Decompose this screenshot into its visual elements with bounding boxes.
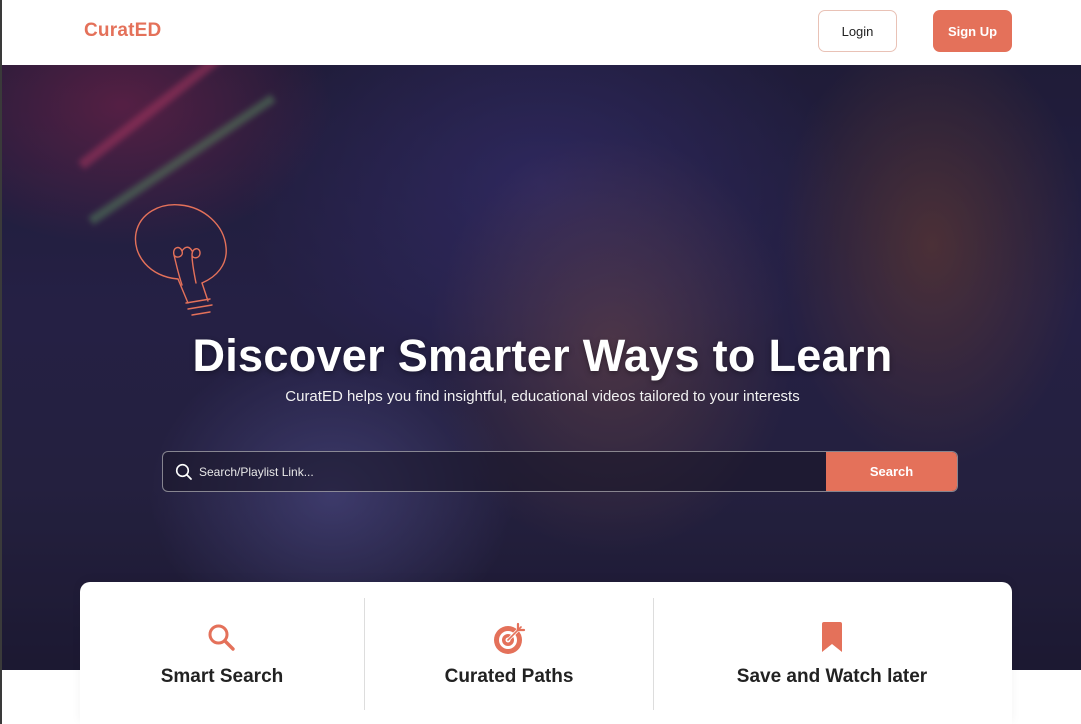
hero-subtitle: CuratED helps you find insightful, educa… [285, 388, 800, 405]
hero-section: Discover Smarter Ways to Learn CuratED h… [2, 65, 1081, 670]
feature-curated-paths: Curated Paths [365, 582, 653, 724]
search-bar: Search [162, 451, 958, 492]
hero-title: Discover Smarter Ways to Learn [192, 330, 893, 381]
search-icon [175, 463, 192, 480]
top-header: CuratED Login Sign Up [2, 0, 1081, 65]
feature-label: Smart Search [160, 666, 284, 687]
lightbulb-icon [134, 204, 227, 316]
bookmark-icon [822, 622, 842, 652]
page: CuratED Login Sign Up Discover Smarter W… [0, 0, 1081, 724]
magnifier-icon [208, 624, 235, 651]
feature-label: Curated Paths [444, 666, 574, 687]
features-card: Smart Search Curated Paths Save and Watc… [80, 582, 1012, 724]
search-button[interactable]: Search [826, 452, 957, 491]
search-input[interactable] [199, 452, 819, 491]
signup-button[interactable]: Sign Up [933, 10, 1012, 52]
feature-smart-search: Smart Search [80, 582, 364, 724]
target-icon [494, 622, 526, 654]
brand-logo[interactable]: CuratED [84, 20, 161, 42]
feature-label: Save and Watch later [736, 666, 928, 687]
feature-save-watch-later: Save and Watch later [654, 582, 1010, 724]
login-button[interactable]: Login [818, 10, 897, 52]
